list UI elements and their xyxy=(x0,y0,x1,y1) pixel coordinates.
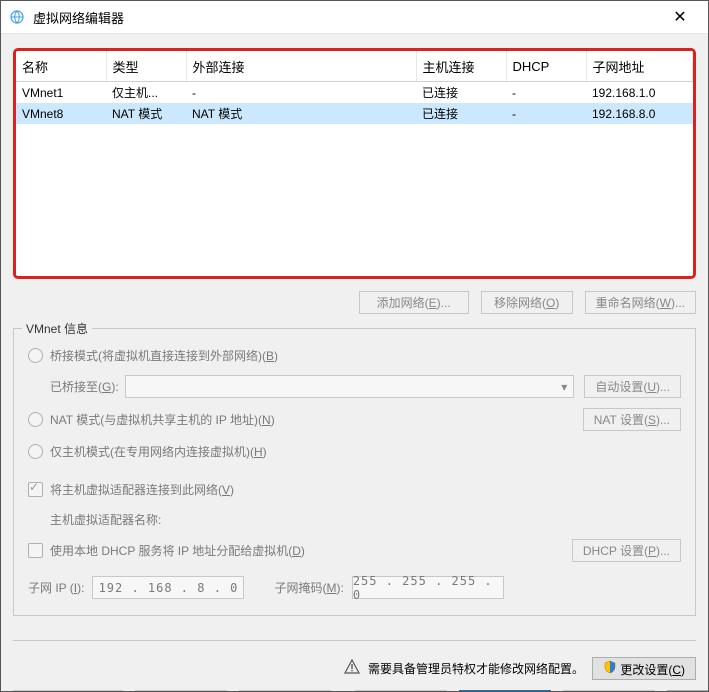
col-name[interactable]: 名称 xyxy=(16,51,106,82)
hostonly-mode-radio[interactable] xyxy=(28,444,43,459)
app-icon xyxy=(9,9,25,25)
add-network-button[interactable]: 添加网络(E)... xyxy=(359,291,469,314)
subnet-mask-input[interactable]: 255 . 255 . 255 . 0 xyxy=(352,576,504,599)
bridge-to-combo[interactable] xyxy=(125,375,575,398)
window-title: 虚拟网络编辑器 xyxy=(33,8,660,27)
network-list-buttons: 添加网络(E)... 移除网络(O) 重命名网络(W)... xyxy=(13,291,696,314)
bridge-to-row: 已桥接至(G): 自动设置(U)... xyxy=(50,375,681,398)
table-row[interactable]: VMnet8 NAT 模式 NAT 模式 已连接 - 192.168.8.0 xyxy=(16,103,693,124)
subnet-row: 子网 IP (I): 192 . 168 . 8 . 0 子网掩码(M): 25… xyxy=(28,576,681,599)
group-legend: VMnet 信息 xyxy=(22,320,92,337)
dhcp-row: 使用本地 DHCP 服务将 IP 地址分配给虚拟机(D) DHCP 设置(P).… xyxy=(28,539,681,562)
col-type[interactable]: 类型 xyxy=(106,51,186,82)
titlebar: 虚拟网络编辑器 ✕ xyxy=(1,1,708,34)
virtual-network-editor-window: 虚拟网络编辑器 ✕ 名称 类型 外部连接 主机连接 DHCP 子网地址 xyxy=(0,0,709,692)
rename-network-button[interactable]: 重命名网络(W)... xyxy=(585,291,696,314)
nat-mode-radio[interactable] xyxy=(28,412,43,427)
shield-icon xyxy=(603,660,617,674)
subnet-ip-label: 子网 IP (I): xyxy=(28,579,84,596)
separator xyxy=(13,640,696,641)
nat-mode-radio-row: NAT 模式(与虚拟机共享主机的 IP 地址)(N) NAT 设置(S)... xyxy=(28,408,681,431)
col-host[interactable]: 主机连接 xyxy=(416,51,506,82)
nat-settings-button[interactable]: NAT 设置(S)... xyxy=(583,408,681,431)
adapter-name-label: 主机虚拟适配器名称: xyxy=(50,511,161,528)
network-list[interactable]: 名称 类型 外部连接 主机连接 DHCP 子网地址 VMnet1 仅主机... … xyxy=(13,48,696,279)
bridge-mode-label: 桥接模式(将虚拟机直接连接到外部网络)(B) xyxy=(50,347,278,364)
adapter-name-row: 主机虚拟适配器名称: xyxy=(50,509,681,529)
close-button[interactable]: ✕ xyxy=(660,1,700,33)
hostonly-mode-label: 仅主机模式(在专用网络内连接虚拟机)(H) xyxy=(50,443,267,460)
content: 名称 类型 外部连接 主机连接 DHCP 子网地址 VMnet1 仅主机... … xyxy=(1,34,708,692)
subnet-ip-input[interactable]: 192 . 168 . 8 . 0 xyxy=(92,576,244,599)
col-ext[interactable]: 外部连接 xyxy=(186,51,416,82)
change-settings-button[interactable]: 更改设置(C) xyxy=(592,657,696,680)
vmnet-info-group: VMnet 信息 桥接模式(将虚拟机直接连接到外部网络)(B) 已桥接至(G):… xyxy=(13,328,696,616)
bridge-mode-radio-row: 桥接模式(将虚拟机直接连接到外部网络)(B) xyxy=(28,345,681,365)
bridge-to-label: 已桥接至(G): xyxy=(50,378,119,395)
dhcp-checkbox[interactable] xyxy=(28,543,43,558)
connect-host-checkbox[interactable] xyxy=(28,482,43,497)
subnet-mask-label: 子网掩码(M): xyxy=(274,579,343,596)
connect-host-label: 将主机虚拟适配器连接到此网络(V) xyxy=(50,481,234,498)
col-dhcp[interactable]: DHCP xyxy=(506,51,586,82)
table-row[interactable]: VMnet1 仅主机... - 已连接 - 192.168.1.0 xyxy=(16,82,693,104)
admin-warning-row: 需要具备管理员特权才能修改网络配置。 更改设置(C) xyxy=(13,657,696,680)
nat-mode-label: NAT 模式(与虚拟机共享主机的 IP 地址)(N) xyxy=(50,411,275,428)
col-subnet[interactable]: 子网地址 xyxy=(586,51,693,82)
bridge-mode-radio[interactable] xyxy=(28,348,43,363)
auto-settings-button[interactable]: 自动设置(U)... xyxy=(584,375,681,398)
admin-warning-text: 需要具备管理员特权才能修改网络配置。 xyxy=(368,660,584,677)
connect-host-row: 将主机虚拟适配器连接到此网络(V) xyxy=(28,479,681,499)
dhcp-settings-button[interactable]: DHCP 设置(P)... xyxy=(572,539,681,562)
dhcp-label: 使用本地 DHCP 服务将 IP 地址分配给虚拟机(D) xyxy=(50,542,305,559)
warning-icon xyxy=(344,659,360,678)
hostonly-mode-radio-row: 仅主机模式(在专用网络内连接虚拟机)(H) xyxy=(28,441,681,461)
remove-network-button[interactable]: 移除网络(O) xyxy=(481,291,573,314)
